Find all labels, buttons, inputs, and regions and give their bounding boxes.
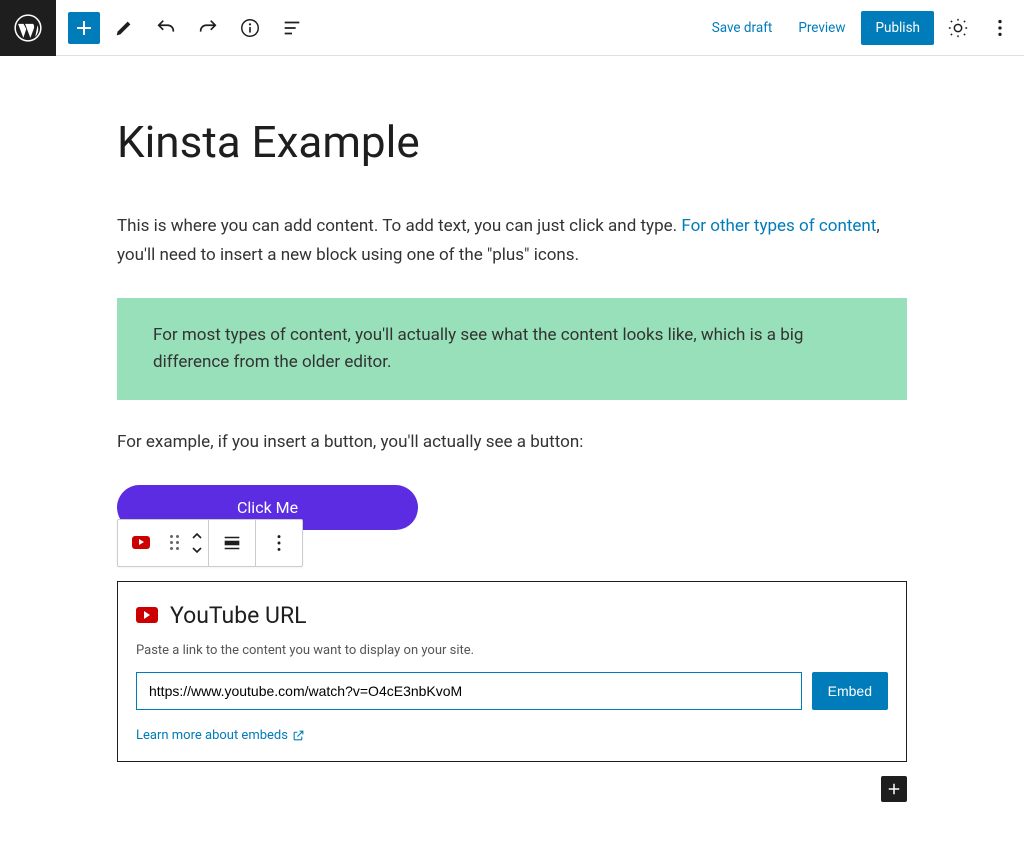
edit-mode-icon[interactable] xyxy=(106,10,142,46)
embed-title: YouTube URL xyxy=(170,602,307,629)
settings-icon[interactable] xyxy=(940,10,976,46)
editor-toolbar: Save draft Preview Publish xyxy=(0,0,1024,56)
youtube-embed-block: YouTube URL Paste a link to the content … xyxy=(117,581,907,762)
info-icon[interactable] xyxy=(232,10,268,46)
add-block-button[interactable] xyxy=(68,12,100,44)
block-toolbar xyxy=(117,519,303,567)
undo-icon[interactable] xyxy=(148,10,184,46)
embed-description: Paste a link to the content you want to … xyxy=(136,643,888,658)
intro-text-1: This is where you can add content. To ad… xyxy=(117,216,681,236)
youtube-icon xyxy=(136,607,158,623)
publish-button[interactable]: Publish xyxy=(861,11,934,45)
wordpress-logo[interactable] xyxy=(0,0,56,56)
drag-handle-icon[interactable] xyxy=(164,520,186,566)
intro-paragraph[interactable]: This is where you can add content. To ad… xyxy=(117,212,907,270)
preview-button[interactable]: Preview xyxy=(788,12,855,44)
embed-url-input[interactable] xyxy=(136,672,802,710)
redo-icon[interactable] xyxy=(190,10,226,46)
toolbar-right-group: Save draft Preview Publish xyxy=(702,10,1024,46)
save-draft-button[interactable]: Save draft xyxy=(702,12,783,44)
move-up-down-icon[interactable] xyxy=(186,520,208,566)
toolbar-left-group xyxy=(56,10,310,46)
embed-button[interactable]: Embed xyxy=(812,672,888,710)
outline-icon[interactable] xyxy=(274,10,310,46)
learn-more-text: Learn more about embeds xyxy=(136,728,288,743)
editor-content: Kinsta Example This is where you can add… xyxy=(117,116,907,842)
more-options-icon[interactable] xyxy=(982,10,1018,46)
align-icon[interactable] xyxy=(209,520,255,566)
paragraph-2[interactable]: For example, if you insert a button, you… xyxy=(117,428,907,457)
external-link-icon xyxy=(292,729,305,742)
add-block-fab[interactable] xyxy=(881,776,907,802)
callout-block[interactable]: For most types of content, you'll actual… xyxy=(117,298,907,400)
block-type-youtube-icon[interactable] xyxy=(118,520,164,566)
page-title[interactable]: Kinsta Example xyxy=(117,116,907,168)
learn-more-link[interactable]: Learn more about embeds xyxy=(136,728,305,743)
intro-link[interactable]: For other types of content xyxy=(681,216,876,236)
block-more-options-icon[interactable] xyxy=(256,520,302,566)
